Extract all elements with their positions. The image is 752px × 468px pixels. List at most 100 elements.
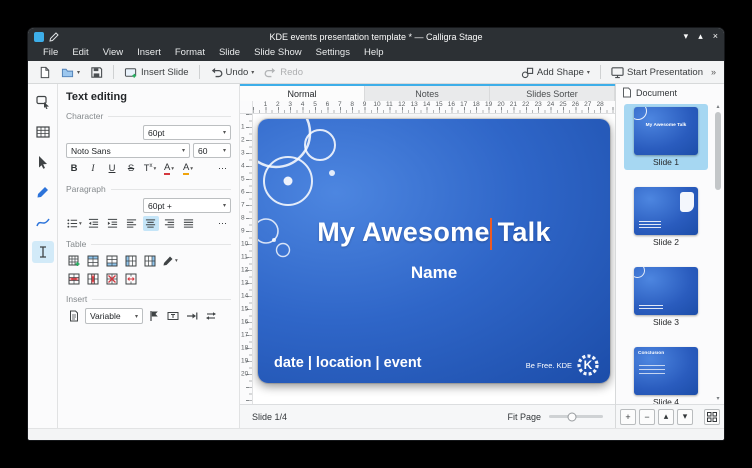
text-tool-button[interactable] — [32, 241, 54, 263]
font-family-combobox[interactable]: Noto Sans ▾ — [66, 143, 190, 158]
view-tab[interactable]: Slides Sorter — [490, 86, 615, 101]
zoom-slider[interactable] — [549, 415, 603, 418]
strikethrough-button[interactable]: S — [123, 161, 139, 176]
horizontal-ruler[interactable]: 1234567891011121314151617181920212223242… — [253, 101, 615, 114]
insert-break-button[interactable] — [203, 309, 219, 324]
insert-column-left-button[interactable] — [123, 253, 139, 268]
font-size-combobox[interactable]: 60 ▾ — [193, 143, 231, 158]
ruler-number: 28 — [597, 101, 604, 108]
insert-page-button[interactable] — [66, 309, 82, 324]
align-left-button[interactable] — [124, 216, 140, 231]
italic-button[interactable]: I — [85, 161, 101, 176]
align-center-button[interactable] — [143, 216, 159, 231]
slide-title-text[interactable]: My Awesome Talk — [258, 217, 610, 248]
insert-column-right-button[interactable] — [142, 253, 158, 268]
list-style-button[interactable]: ▾ — [66, 216, 83, 231]
delete-column-button[interactable] — [85, 271, 101, 286]
insert-table-button[interactable] — [66, 253, 82, 268]
toolbar-overflow-button[interactable]: » — [709, 67, 718, 77]
slide-thumbnail-item[interactable]: Slide 3 — [624, 264, 708, 330]
slide-thumbnail-preview[interactable] — [634, 267, 698, 315]
insert-tab-button[interactable] — [184, 309, 200, 324]
more-paragraph-options-button[interactable]: ⋯ — [215, 216, 231, 231]
slide-thumbnail-item[interactable]: Slide 2 — [624, 184, 708, 250]
insert-row-below-button[interactable] — [104, 253, 120, 268]
menu-item[interactable]: Slide — [212, 45, 247, 61]
minimize-button[interactable]: ▾ — [684, 28, 689, 45]
bold-button[interactable]: B — [66, 161, 82, 176]
menu-item[interactable]: View — [96, 45, 130, 61]
add-slide-button[interactable]: + — [620, 409, 636, 425]
slide-subtitle-text[interactable]: Name — [258, 263, 610, 283]
paragraph-style-combobox[interactable]: 60pt + ▾ — [143, 198, 231, 213]
select-tool-button[interactable] — [32, 151, 54, 173]
slide-editor[interactable]: My Awesome Talk Name date | location | e… — [258, 119, 610, 383]
vertical-ruler[interactable]: 1234567891011121314151617181920 — [240, 114, 253, 404]
scroll-down-icon[interactable]: ▾ — [716, 395, 719, 402]
menu-item[interactable]: Insert — [130, 45, 168, 61]
table-border-pen-button[interactable]: ▾ — [161, 253, 179, 268]
delete-table-button[interactable] — [104, 271, 120, 286]
delete-row-button[interactable] — [66, 271, 82, 286]
merge-cells-button[interactable] — [123, 271, 139, 286]
slide-thumbnail-item[interactable]: My Awesome Talk Slide 1 — [624, 104, 708, 170]
slide-footer-text[interactable]: date | location | event — [274, 355, 422, 371]
redo-button[interactable]: Redo — [260, 64, 307, 81]
slides-grid-view-button[interactable] — [704, 409, 720, 425]
menu-item[interactable]: Help — [357, 45, 391, 61]
new-document-button[interactable] — [34, 64, 55, 81]
slide-panel-toolbar: + − ▴ ▾ — [616, 404, 724, 428]
view-tab[interactable]: Normal — [240, 86, 365, 101]
table-tool-button[interactable] — [32, 121, 54, 143]
font-color-button[interactable]: A ▾ — [161, 161, 177, 176]
scrollbar-thumb[interactable] — [715, 112, 721, 190]
ruler-number: 17 — [241, 332, 248, 339]
superscript-subscript-button[interactable]: Tx ▾ — [142, 161, 158, 176]
insert-bookmark-button[interactable] — [146, 309, 162, 324]
increase-indent-button[interactable] — [105, 216, 121, 231]
scroll-up-icon[interactable]: ▴ — [716, 103, 719, 110]
highlight-color-button[interactable]: A ▾ — [180, 161, 196, 176]
insert-slide-button[interactable]: Insert Slide — [120, 64, 193, 81]
move-slide-down-button[interactable]: ▾ — [677, 409, 693, 425]
underline-button[interactable]: U — [104, 161, 120, 176]
titlebar[interactable]: KDE events presentation template * — Cal… — [28, 28, 724, 45]
interaction-tool-button[interactable] — [32, 91, 54, 113]
slide-thumbnail-preview[interactable]: My Awesome Talk — [634, 107, 698, 155]
decrease-indent-button[interactable] — [86, 216, 102, 231]
menu-item[interactable]: Slide Show — [247, 45, 309, 61]
insert-row-above-button[interactable] — [85, 253, 101, 268]
insert-variable-dropdown[interactable]: Variable ▾ — [85, 308, 143, 324]
zoom-mode-label[interactable]: Fit Page — [507, 412, 541, 422]
zoom-slider-handle[interactable] — [567, 412, 576, 421]
insert-text-field-button[interactable] — [165, 309, 181, 324]
add-shape-button[interactable]: Add Shape ▾ — [517, 64, 594, 81]
close-button[interactable]: × — [713, 28, 718, 45]
maximize-button[interactable]: ▴ — [698, 28, 703, 45]
menu-item[interactable]: Format — [168, 45, 212, 61]
strikethrough-icon: S — [128, 163, 134, 174]
menu-item[interactable]: Edit — [65, 45, 95, 61]
delete-slide-button[interactable]: − — [639, 409, 655, 425]
slide-canvas[interactable]: My Awesome Talk Name date | location | e… — [253, 114, 615, 404]
slide-thumbnail-label: Slide 1 — [653, 157, 679, 167]
menu-item[interactable]: File — [36, 45, 65, 61]
panel-scrollbar[interactable]: ▴ ▾ — [713, 103, 723, 402]
align-justify-button[interactable] — [181, 216, 197, 231]
start-presentation-button[interactable]: Start Presentation — [607, 64, 707, 81]
slide-thumbnail-item[interactable]: Conclusion Slide 4 — [624, 344, 708, 404]
chevron-down-icon: ▾ — [154, 166, 157, 172]
freehand-path-tool-button[interactable] — [32, 211, 54, 233]
open-document-button[interactable]: ▾ — [57, 64, 84, 81]
more-character-options-button[interactable]: ⋯ — [215, 161, 231, 176]
align-right-button[interactable] — [162, 216, 178, 231]
undo-button[interactable]: Undo ▾ — [206, 64, 259, 81]
slide-thumbnail-preview[interactable]: Conclusion — [634, 347, 698, 395]
character-style-combobox[interactable]: 60pt ▾ — [143, 125, 231, 140]
menu-item[interactable]: Settings — [309, 45, 357, 61]
pencil-tool-button[interactable] — [32, 181, 54, 203]
slide-thumbnail-preview[interactable] — [634, 187, 698, 235]
save-button[interactable] — [86, 64, 107, 81]
view-tab[interactable]: Notes — [365, 86, 490, 101]
move-slide-up-button[interactable]: ▴ — [658, 409, 674, 425]
